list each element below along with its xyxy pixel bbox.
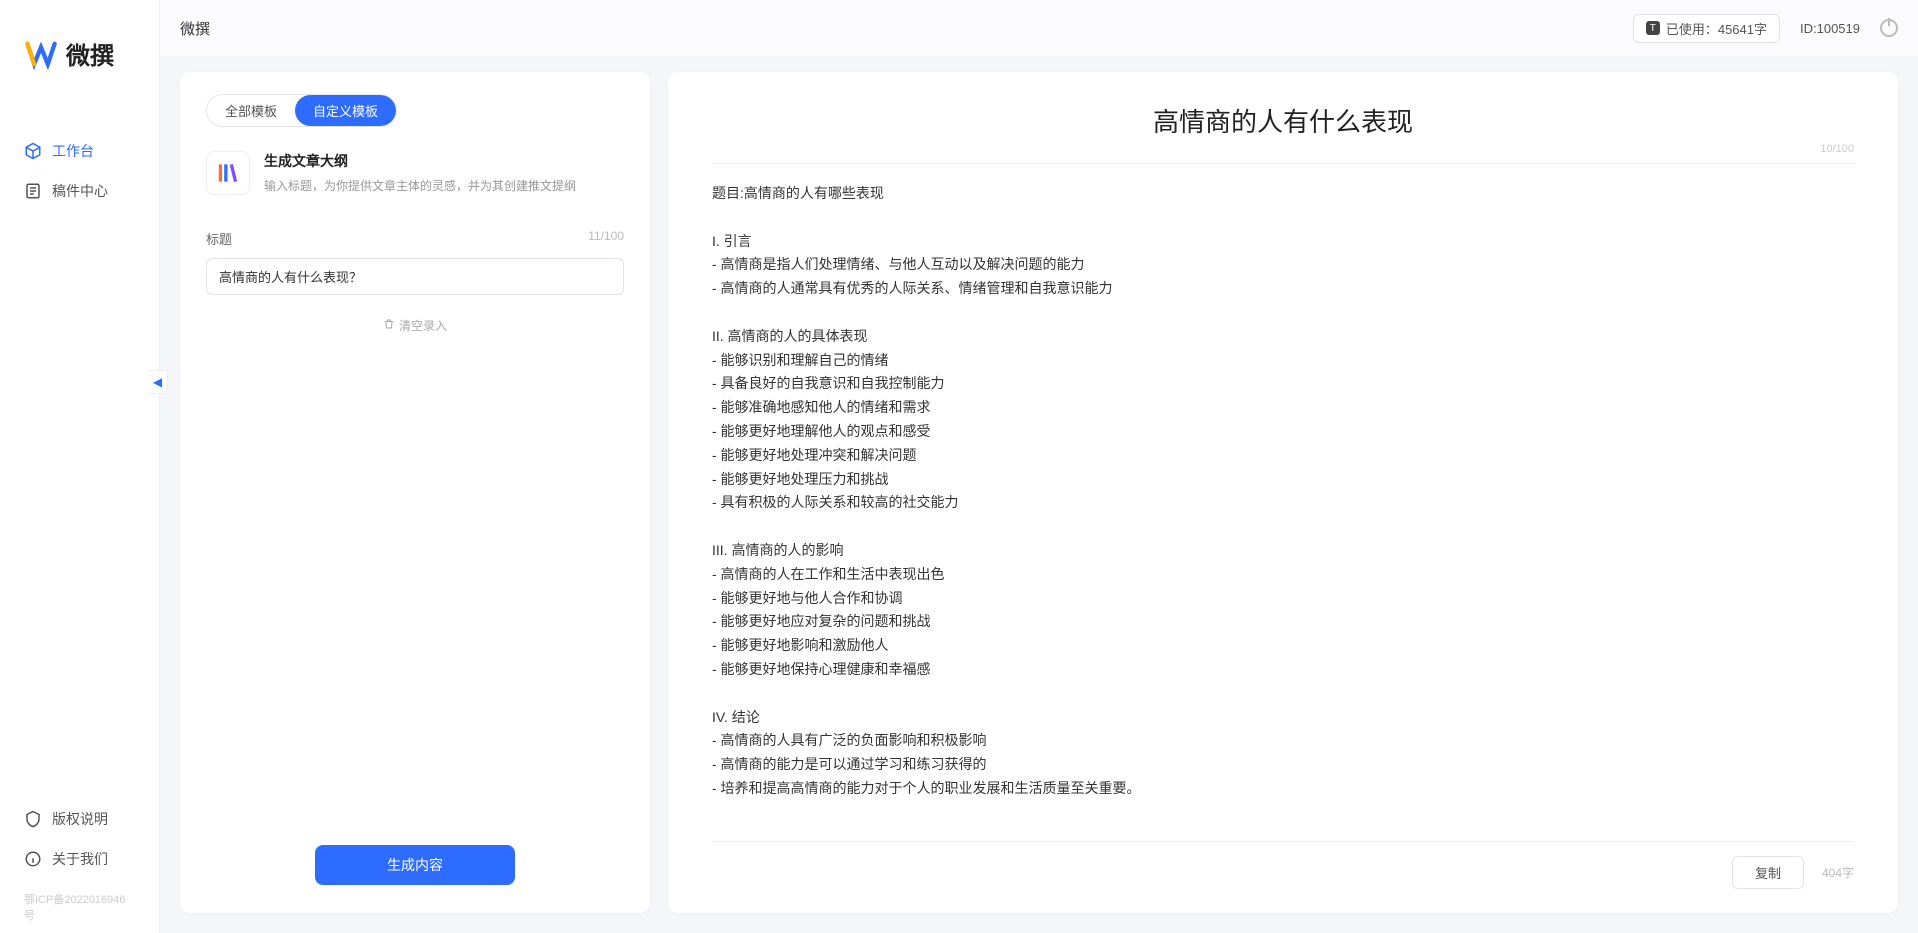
document-icon xyxy=(24,182,42,200)
logo-icon xyxy=(24,37,58,71)
doc-body: 题目:高情商的人有哪些表现 I. 引言 - 高情商是指人们处理情绪、与他人互动以… xyxy=(712,182,1854,801)
template-desc: 输入标题，为你提供文章主体的灵感，并为其创建推文提纲 xyxy=(264,177,576,194)
text-icon: T xyxy=(1646,21,1660,35)
sidebar-item-drafts[interactable]: 稿件中心 xyxy=(0,171,159,211)
doc-footer: 复制 404字 xyxy=(712,841,1854,889)
chevron-left-icon: ◀ xyxy=(153,375,162,389)
field-count: 11/100 xyxy=(588,229,624,248)
copy-button[interactable]: 复制 xyxy=(1732,856,1804,889)
word-count: 404字 xyxy=(1822,864,1854,881)
clear-label: 清空录入 xyxy=(399,317,447,334)
sidebar-item-label: 工作台 xyxy=(52,141,94,161)
doc-title: 高情商的人有什么表现 xyxy=(712,102,1854,139)
shield-icon xyxy=(24,810,42,828)
doc-title-count: 10/100 xyxy=(712,143,1854,155)
power-icon[interactable] xyxy=(1880,19,1898,37)
field-label: 标题 xyxy=(206,229,232,248)
workspace: 全部模板 自定义模板 生成文章大纲 输入标题，为你提供文章主体的灵感，并为其创建… xyxy=(160,56,1918,933)
template-icon xyxy=(206,151,250,195)
tab-custom-templates[interactable]: 自定义模板 xyxy=(295,95,396,126)
topbar: 微撰 T 已使用：45641字 ID:100519 xyxy=(160,0,1918,56)
user-id: ID:100519 xyxy=(1800,21,1860,36)
sidebar-item-label: 版权说明 xyxy=(52,809,108,829)
left-panel: 全部模板 自定义模板 生成文章大纲 输入标题，为你提供文章主体的灵感，并为其创建… xyxy=(180,72,650,913)
sidebar-nav: 工作台 稿件中心 xyxy=(0,91,159,799)
template-title: 生成文章大纲 xyxy=(264,151,576,171)
topbar-right: T 已使用：45641字 ID:100519 xyxy=(1633,14,1898,43)
sidebar-item-label: 关于我们 xyxy=(52,849,108,869)
right-panel: 高情商的人有什么表现 10/100 题目:高情商的人有哪些表现 I. 引言 - … xyxy=(668,72,1898,913)
sidebar-item-workspace[interactable]: 工作台 xyxy=(0,131,159,171)
sidebar-item-about[interactable]: 关于我们 xyxy=(24,839,135,879)
cube-icon xyxy=(24,142,42,160)
usage-pill[interactable]: T 已使用：45641字 xyxy=(1633,14,1780,43)
sidebar-bottom: 版权说明 关于我们 xyxy=(0,799,159,891)
divider xyxy=(712,163,1854,164)
sidebar: 微撰 工作台 稿件中心 版权说明 关于我们 鄂ICP备 xyxy=(0,0,160,933)
title-input[interactable] xyxy=(206,258,624,295)
info-icon xyxy=(24,850,42,868)
sidebar-collapse-button[interactable]: ◀ xyxy=(148,370,168,394)
template-tabs: 全部模板 自定义模板 xyxy=(206,94,397,127)
generate-button[interactable]: 生成内容 xyxy=(315,845,515,885)
template-card: 生成文章大纲 输入标题，为你提供文章主体的灵感，并为其创建推文提纲 xyxy=(206,151,624,195)
page-title: 微撰 xyxy=(180,18,210,39)
trash-icon xyxy=(383,318,395,333)
sidebar-item-label: 稿件中心 xyxy=(52,181,108,201)
brand-name: 微撰 xyxy=(66,36,114,71)
clear-button[interactable]: 清空录入 xyxy=(383,317,447,334)
icp-text: 鄂ICP备2022016946号 xyxy=(0,891,159,933)
field-label-row: 标题 11/100 xyxy=(206,229,624,248)
usage-text: 已使用：45641字 xyxy=(1666,19,1767,38)
sidebar-item-copyright[interactable]: 版权说明 xyxy=(24,799,135,839)
logo: 微撰 xyxy=(0,0,159,91)
tab-all-templates[interactable]: 全部模板 xyxy=(207,95,295,126)
